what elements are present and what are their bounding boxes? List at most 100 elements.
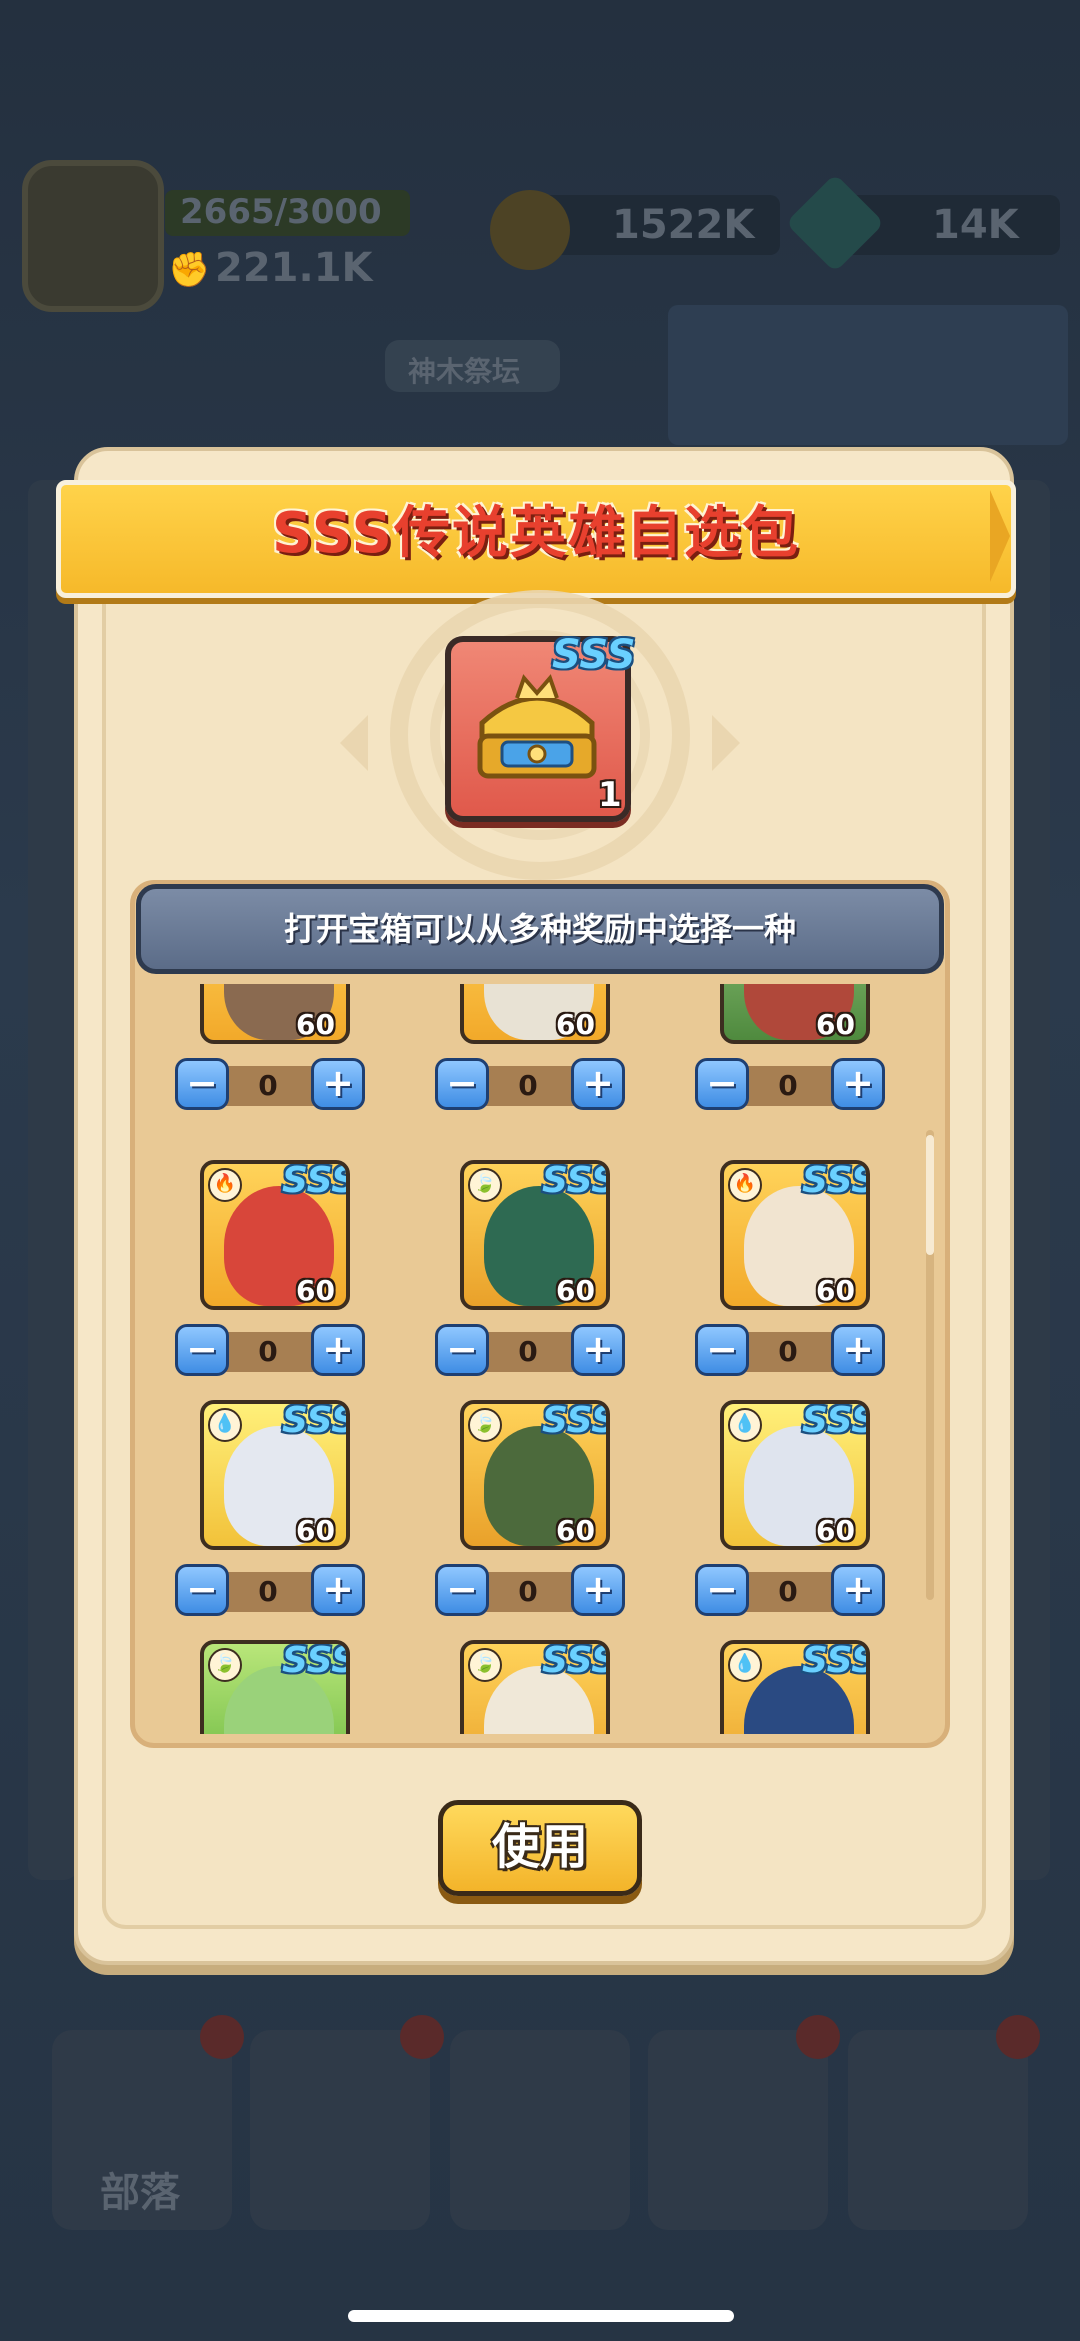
player-avatar <box>22 160 164 312</box>
hero-grade-badge: SSS <box>282 1400 350 1441</box>
quantity-stepper: − 0 + <box>175 1324 365 1380</box>
quantity-stepper: − 0 + <box>695 1058 885 1114</box>
gold-amount: 1522K <box>612 202 755 248</box>
hero-option[interactable]: 🍃 SSS <box>435 1640 635 1734</box>
water-element-icon: 💧 <box>728 1648 762 1682</box>
decrease-button[interactable]: − <box>695 1324 749 1376</box>
hero-grade-badge: SSS <box>802 1160 870 1201</box>
increase-button[interactable]: + <box>311 1324 365 1376</box>
hero-option[interactable]: 💧 SSS 60 − 0 + <box>695 1400 895 1640</box>
leaf-element-icon: 🍃 <box>468 1408 502 1442</box>
decrease-button[interactable]: − <box>175 1058 229 1110</box>
increase-button[interactable]: + <box>831 1058 885 1110</box>
quantity-stepper: − 0 + <box>695 1564 885 1620</box>
quantity-stepper: − 0 + <box>175 1058 365 1114</box>
hero-option[interactable]: 60 − 0 + <box>175 984 375 1134</box>
hero-option[interactable]: 🍃 SSS <box>175 1640 375 1734</box>
chest-count: 1 <box>598 775 622 815</box>
increase-button[interactable]: + <box>831 1564 885 1616</box>
quantity-value: 0 <box>258 1335 278 1368</box>
quantity-value: 0 <box>518 1069 538 1102</box>
nav-tribe-label: 部落 <box>100 2170 180 2216</box>
hero-portrait[interactable]: 🍃 SSS <box>200 1640 350 1734</box>
hero-portrait[interactable]: 🔥 SSS 60 <box>720 1160 870 1310</box>
fist-icon: ✊ <box>168 250 211 290</box>
nav-alert-badge <box>796 2015 840 2059</box>
quantity-stepper: − 0 + <box>435 1324 625 1380</box>
hero-option[interactable]: 60 − 0 + <box>695 984 895 1134</box>
nav-helmet <box>250 2030 430 2230</box>
decrease-button[interactable]: − <box>435 1058 489 1110</box>
hero-portrait[interactable]: 🍃 SSS <box>460 1640 610 1734</box>
left-side-panel <box>28 480 78 1880</box>
grid-scrollbar-thumb[interactable] <box>926 1135 934 1255</box>
increase-button[interactable]: + <box>571 1058 625 1110</box>
quantity-value: 0 <box>518 1335 538 1368</box>
hero-level: 60 <box>556 1008 595 1041</box>
emblem-left-arrow <box>340 715 368 771</box>
hero-level: 60 <box>296 1514 335 1547</box>
hero-grade-badge: SSS <box>802 1400 870 1441</box>
hero-option[interactable]: 🍃 SSS 60 − 0 + <box>435 1160 635 1400</box>
hero-portrait[interactable]: 💧 SSS 60 <box>200 1400 350 1550</box>
increase-button[interactable]: + <box>311 1564 365 1616</box>
hero-portrait[interactable]: 60 <box>720 984 870 1044</box>
water-element-icon: 💧 <box>728 1408 762 1442</box>
decrease-button[interactable]: − <box>175 1324 229 1376</box>
hero-grade-badge: SSS <box>282 1640 350 1681</box>
hero-level: 60 <box>816 1008 855 1041</box>
hero-portrait[interactable]: 💧 SSS 60 <box>720 1400 870 1550</box>
quantity-value: 0 <box>778 1335 798 1368</box>
hero-option[interactable]: 🍃 SSS 60 − 0 + <box>435 1400 635 1640</box>
decrease-button[interactable]: − <box>435 1324 489 1376</box>
hero-level: 60 <box>556 1274 595 1307</box>
golden-chest-icon <box>477 674 597 779</box>
event-banner <box>668 305 1068 445</box>
decrease-button[interactable]: − <box>435 1564 489 1616</box>
power-progress-text: 2665/3000 <box>180 192 382 232</box>
hero-portrait[interactable]: 60 <box>200 984 350 1044</box>
hero-portrait[interactable]: 🍃 SSS 60 <box>460 1160 610 1310</box>
nav-target <box>648 2030 828 2230</box>
hero-grade-badge: SSS <box>542 1640 610 1681</box>
dialog-title: SSS传说英雄自选包 <box>272 501 800 566</box>
hero-level: 60 <box>296 1008 335 1041</box>
quantity-value: 0 <box>518 1575 538 1608</box>
quantity-value: 0 <box>778 1575 798 1608</box>
decrease-button[interactable]: − <box>695 1564 749 1616</box>
hero-portrait[interactable]: 60 <box>460 984 610 1044</box>
quantity-value: 0 <box>778 1069 798 1102</box>
hero-level: 60 <box>296 1274 335 1307</box>
hero-option[interactable]: 60 − 0 + <box>435 984 635 1134</box>
emblem-right-arrow <box>712 715 740 771</box>
decrease-button[interactable]: − <box>695 1058 749 1110</box>
increase-button[interactable]: + <box>311 1058 365 1110</box>
nav-alert-badge <box>400 2015 444 2059</box>
hero-level: 60 <box>816 1514 855 1547</box>
hero-reward-grid[interactable]: 60 − 0 + 60 − 0 + 60 − 0 + 🔥 SSS 60 − 0 … <box>150 984 920 1734</box>
hero-option[interactable]: 💧 SSS 60 − 0 + <box>175 1400 375 1640</box>
nav-alert-badge <box>200 2015 244 2059</box>
hero-option[interactable]: 💧 SSS <box>695 1640 895 1734</box>
hero-grade-badge: SSS <box>282 1160 350 1201</box>
hero-level: 60 <box>816 1274 855 1307</box>
hero-option[interactable]: 🔥 SSS 60 − 0 + <box>695 1160 895 1400</box>
hero-portrait[interactable]: 💧 SSS <box>720 1640 870 1734</box>
increase-button[interactable]: + <box>831 1324 885 1376</box>
hero-portrait[interactable]: 🍃 SSS 60 <box>460 1400 610 1550</box>
home-indicator[interactable] <box>348 2310 734 2322</box>
chest-grade-badge: SSS <box>552 632 636 678</box>
decrease-button[interactable]: − <box>175 1564 229 1616</box>
quantity-stepper: − 0 + <box>175 1564 365 1620</box>
leaf-element-icon: 🍃 <box>208 1648 242 1682</box>
nav-battle <box>450 2030 630 2230</box>
hero-portrait[interactable]: 🔥 SSS 60 <box>200 1160 350 1310</box>
increase-button[interactable]: + <box>571 1324 625 1376</box>
leaf-element-icon: 🍃 <box>468 1168 502 1202</box>
hero-option[interactable]: 🔥 SSS 60 − 0 + <box>175 1160 375 1400</box>
water-element-icon: 💧 <box>208 1408 242 1442</box>
nav-alert-badge <box>996 2015 1040 2059</box>
fire-element-icon: 🔥 <box>208 1168 242 1202</box>
increase-button[interactable]: + <box>571 1564 625 1616</box>
use-button[interactable]: 使用 <box>438 1800 642 1896</box>
